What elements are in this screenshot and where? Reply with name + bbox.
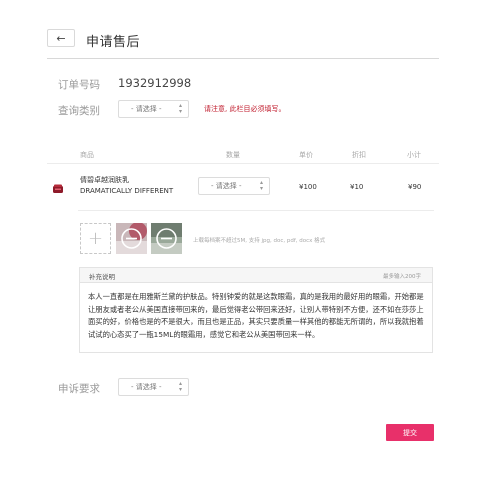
order-number-value: 1932912998 (118, 76, 192, 90)
select-arrows-icon: ▴ ▾ (178, 380, 182, 393)
subtotal-value: ¥90 (408, 183, 422, 191)
column-header-subtotal: 小计 (407, 151, 421, 159)
query-type-label: 查询类别 (58, 105, 100, 117)
row-divider (78, 210, 434, 211)
column-header-product: 商品 (80, 151, 94, 159)
query-type-select-value: - 请选择 - (131, 105, 162, 113)
select-arrows-icon: ▴ ▾ (178, 102, 182, 115)
required-tip: 请注意, 此栏目必须填写。 (204, 105, 286, 113)
upload-tip: 上载每档案不超过5M, 支持 jpg, doc, pdf, docx 格式 (193, 238, 326, 244)
discount-value: ¥10 (350, 183, 364, 191)
uploaded-image-thumbnail[interactable] (151, 223, 182, 254)
product-name: 倩碧卓越润肤乳 (80, 176, 129, 184)
header-divider (47, 58, 439, 59)
quantity-select-value: - 请选择 - (211, 182, 242, 190)
supplement-text: 本人一直都是在用雅斯兰黛的护肤品。特别钟爱的就是这款眼霜，真的是我用的最好用的眼… (88, 292, 424, 339)
query-type-select[interactable]: - 请选择 - ▴ ▾ (118, 100, 189, 118)
quantity-select[interactable]: - 请选择 - ▴ ▾ (198, 177, 270, 195)
appeal-select-value: - 请选择 - (131, 383, 162, 391)
table-header-divider (47, 163, 439, 164)
order-number-label: 订单号码 (58, 79, 100, 91)
arrow-left-icon: ← (56, 31, 66, 45)
plus-icon: + (87, 228, 104, 249)
page-title: 申请售后 (86, 35, 141, 50)
product-name-en: DRAMATICALLY DIFFERENT (80, 187, 174, 195)
select-arrows-icon: ▴ ▾ (259, 179, 263, 192)
appeal-select[interactable]: - 请选择 - ▴ ▾ (118, 378, 189, 396)
column-header-price: 单价 (299, 151, 313, 159)
appeal-label: 申诉要求 (58, 383, 100, 395)
uploaded-image-thumbnail[interactable] (116, 223, 147, 254)
add-image-button[interactable]: + (80, 223, 111, 254)
unit-price: ¥100 (299, 183, 317, 191)
column-header-quantity: 数量 (226, 151, 240, 159)
submit-button[interactable]: 提交 (386, 424, 434, 441)
supplement-char-limit: 最多输入200字 (383, 274, 421, 280)
supplement-header (80, 268, 432, 283)
column-header-discount: 折扣 (352, 151, 366, 159)
supplement-title: 补充说明 (89, 273, 115, 281)
product-image (52, 180, 64, 193)
back-button[interactable]: ← (47, 29, 75, 47)
